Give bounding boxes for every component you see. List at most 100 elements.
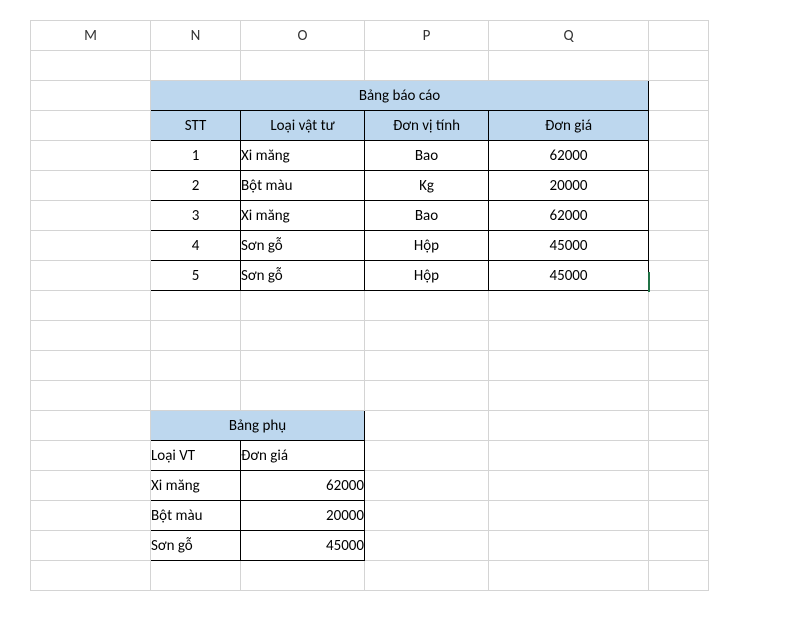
cell[interactable] [365, 291, 489, 321]
cell-dongia[interactable]: 20000 [489, 171, 649, 201]
cell[interactable] [649, 561, 709, 591]
cell[interactable] [649, 111, 709, 141]
table1-title[interactable]: Bảng báo cáo [151, 81, 649, 111]
cell[interactable] [365, 501, 489, 531]
cell-loaivt[interactable]: Sơn gỗ [241, 231, 365, 261]
col-header-P[interactable]: P [365, 21, 489, 51]
cell[interactable] [241, 381, 365, 411]
cell[interactable] [151, 561, 241, 591]
cell[interactable] [31, 141, 151, 171]
cell-donvitinh[interactable]: Bao [365, 141, 489, 171]
cell-dongia[interactable]: 62000 [489, 141, 649, 171]
table2-header-dongia[interactable]: Đơn giá [241, 441, 365, 471]
cell-donvitinh[interactable]: Kg [365, 171, 489, 201]
cell[interactable] [489, 411, 649, 441]
cell[interactable] [31, 441, 151, 471]
cell[interactable] [151, 291, 241, 321]
cell[interactable] [31, 321, 151, 351]
cell[interactable] [31, 171, 151, 201]
cell[interactable] [151, 381, 241, 411]
cell[interactable] [649, 501, 709, 531]
cell-dongia[interactable]: 62000 [489, 201, 649, 231]
cell[interactable] [649, 81, 709, 111]
cell[interactable] [365, 561, 489, 591]
cell[interactable] [649, 201, 709, 231]
cell[interactable] [151, 321, 241, 351]
cell[interactable] [489, 441, 649, 471]
cell[interactable] [365, 321, 489, 351]
cell[interactable] [151, 51, 241, 81]
cell-loaivt[interactable]: Bột màu [241, 171, 365, 201]
cell[interactable] [649, 141, 709, 171]
cell-dongia[interactable]: 45000 [489, 231, 649, 261]
cell[interactable] [489, 291, 649, 321]
col-header-M[interactable]: M [31, 21, 151, 51]
cell-dongia[interactable]: 20000 [241, 501, 365, 531]
cell[interactable] [365, 381, 489, 411]
cell-donvitinh[interactable]: Hộp [365, 231, 489, 261]
cell[interactable] [31, 351, 151, 381]
cell[interactable] [489, 321, 649, 351]
col-header-Q[interactable]: Q [489, 21, 649, 51]
cell[interactable] [241, 351, 365, 381]
cell[interactable] [31, 471, 151, 501]
cell[interactable] [649, 261, 709, 291]
col-header-O[interactable]: O [241, 21, 365, 51]
cell[interactable] [151, 351, 241, 381]
cell[interactable] [31, 291, 151, 321]
cell-stt[interactable]: 3 [151, 201, 241, 231]
col-header-R[interactable] [649, 21, 709, 51]
cell[interactable] [489, 351, 649, 381]
cell[interactable] [241, 51, 365, 81]
cell-dongia[interactable]: 62000 [241, 471, 365, 501]
cell[interactable] [31, 501, 151, 531]
cell-loaivt[interactable]: Sơn gỗ [241, 261, 365, 291]
table2-title[interactable]: Bảng phụ [151, 411, 365, 441]
cell[interactable] [649, 291, 709, 321]
cell[interactable] [31, 561, 151, 591]
cell[interactable] [649, 471, 709, 501]
cell[interactable] [31, 381, 151, 411]
cell[interactable] [489, 471, 649, 501]
cell-stt[interactable]: 4 [151, 231, 241, 261]
col-header-N[interactable]: N [151, 21, 241, 51]
cell[interactable] [489, 531, 649, 561]
cell-loaivt[interactable]: Xi măng [151, 471, 241, 501]
cell-stt[interactable]: 5 [151, 261, 241, 291]
cell[interactable] [31, 231, 151, 261]
cell[interactable] [31, 81, 151, 111]
cell[interactable] [649, 51, 709, 81]
table1-header-stt[interactable]: STT [151, 111, 241, 141]
cell-donvitinh[interactable]: Hộp [365, 261, 489, 291]
cell[interactable] [365, 531, 489, 561]
table2-header-loaivt[interactable]: Loại VT [151, 441, 241, 471]
cell-dongia[interactable]: 45000 [241, 531, 365, 561]
cell[interactable] [649, 321, 709, 351]
cell[interactable] [649, 231, 709, 261]
cell-stt[interactable]: 2 [151, 171, 241, 201]
cell[interactable] [489, 501, 649, 531]
cell-donvitinh[interactable]: Bao [365, 201, 489, 231]
cell-loaivt[interactable]: Xi măng [241, 141, 365, 171]
cell-loaivt[interactable]: Bột màu [151, 501, 241, 531]
cell[interactable] [365, 471, 489, 501]
cell[interactable] [241, 561, 365, 591]
cell-dongia[interactable]: 45000 [489, 261, 649, 291]
cell[interactable] [31, 261, 151, 291]
cell[interactable] [365, 351, 489, 381]
cell[interactable] [489, 51, 649, 81]
cell[interactable] [649, 171, 709, 201]
table1-header-loaivt[interactable]: Loại vật tư [241, 111, 365, 141]
cell[interactable] [241, 291, 365, 321]
cell[interactable] [649, 351, 709, 381]
table1-header-dongia[interactable]: Đơn giá [489, 111, 649, 141]
cell[interactable] [649, 531, 709, 561]
cell[interactable] [31, 201, 151, 231]
cell[interactable] [31, 531, 151, 561]
cell[interactable] [241, 321, 365, 351]
cell[interactable] [31, 51, 151, 81]
cell[interactable] [365, 441, 489, 471]
cell[interactable] [365, 51, 489, 81]
spreadsheet-grid[interactable]: M N O P Q Bảng báo cáo STT Loại vật tư Đ… [30, 20, 709, 591]
cell[interactable] [365, 411, 489, 441]
